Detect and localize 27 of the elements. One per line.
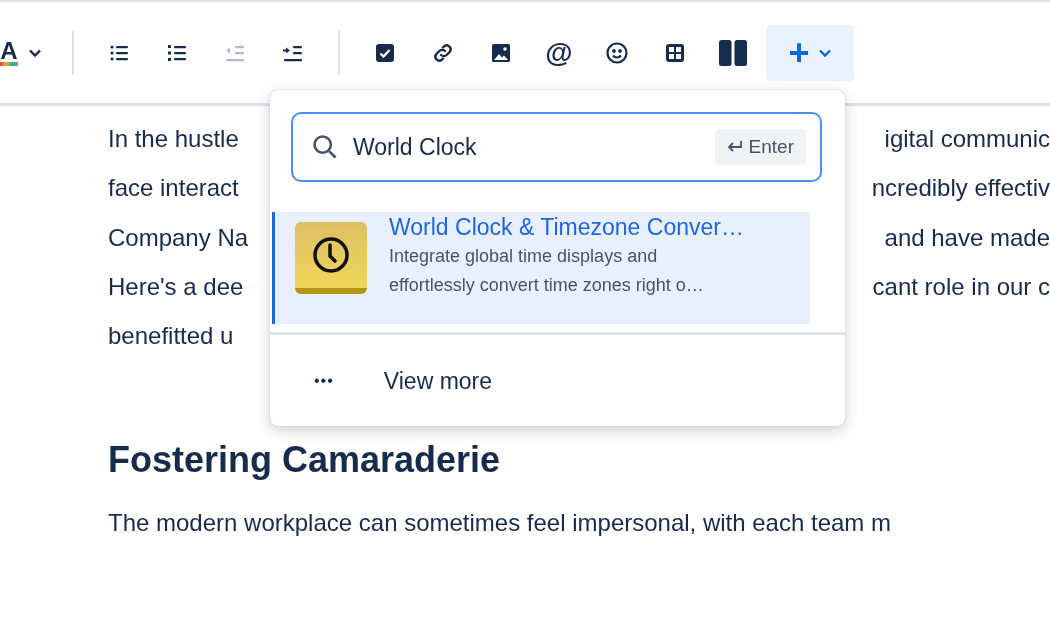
body-text: face interact <box>108 173 239 204</box>
search-icon <box>311 133 339 161</box>
mention-button[interactable]: @ <box>530 24 588 81</box>
columns-icon <box>718 37 748 68</box>
more-icon: ••• <box>314 369 334 393</box>
search-input[interactable]: World Clock <box>353 129 701 165</box>
result-title: World Clock & Timezone Conver… <box>389 213 744 242</box>
body-text: benefitted u <box>108 321 234 352</box>
search-field[interactable]: World Clock Enter <box>291 112 822 182</box>
enter-key-hint: Enter <box>714 128 806 166</box>
smiley-icon <box>605 40 629 65</box>
view-more-button[interactable]: ••• View more <box>270 335 845 427</box>
body-text: Company Na <box>108 222 249 253</box>
body-text: Here's a dee <box>108 271 244 302</box>
result-description: Integrate global time displays and effortlessly convert time zones right o… <box>389 245 705 297</box>
text-color-button[interactable]: A <box>0 24 56 81</box>
return-icon <box>726 140 743 154</box>
body-text: In the hustle <box>108 124 239 154</box>
body-text: ncredibly effectiv <box>871 173 1050 204</box>
insert-button[interactable]: + <box>766 24 854 81</box>
body-text: and have made <box>884 222 1050 253</box>
section-heading: Fostering Camaraderie <box>108 438 502 482</box>
body-text: The modern workplace can sometimes feel impersonal, with each team m <box>108 507 892 538</box>
body-text: cant role in our c <box>872 271 1050 302</box>
search-result-item[interactable]: World Clock & Timezone Conver… Integrate global time displays and effortlessly convert time zones right o… <box>272 212 810 324</box>
body-text: igital communic <box>884 124 1050 154</box>
clock-app-icon <box>295 222 367 294</box>
